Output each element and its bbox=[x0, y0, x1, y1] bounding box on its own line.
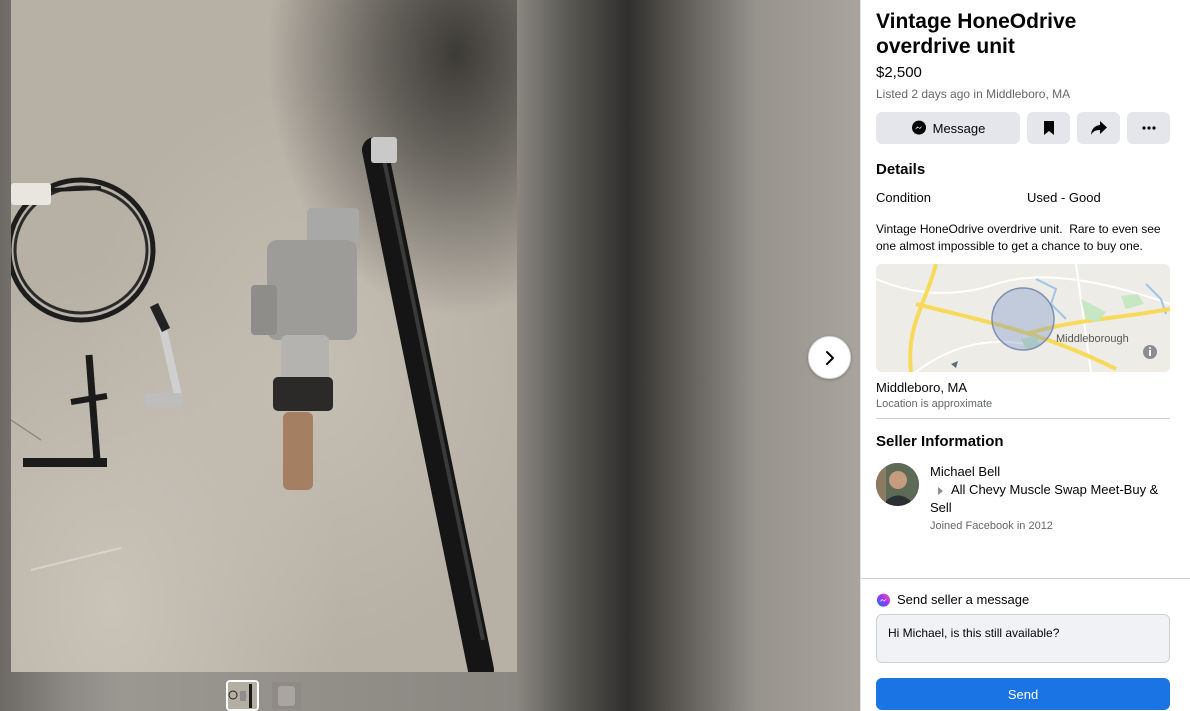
seller-group-label: All Chevy Muscle Swap Meet-Buy & Sell bbox=[930, 482, 1159, 515]
listing-price: $2,500 bbox=[876, 64, 922, 81]
messenger-icon bbox=[876, 593, 891, 607]
send-button-label: Send bbox=[1007, 686, 1039, 702]
message-input[interactable]: Hi Michael, is this still available? bbox=[876, 614, 1170, 663]
action-row: Message bbox=[876, 112, 1177, 144]
composer-heading-row: Send seller a message bbox=[876, 591, 1190, 609]
scrollbar[interactable] bbox=[1176, 0, 1190, 578]
composer-heading: Send seller a message bbox=[897, 592, 1030, 607]
message-button-label: Message bbox=[932, 120, 986, 136]
section-divider bbox=[876, 418, 1170, 419]
thumbnail-1[interactable] bbox=[226, 680, 259, 711]
message-button[interactable]: Message bbox=[876, 112, 1020, 144]
save-button[interactable] bbox=[1027, 112, 1070, 144]
listing-description: Vintage HoneOdrive overdrive unit. Rare … bbox=[876, 222, 1164, 253]
listing-sidebar: Vintage HoneOdrive overdrive unit $2,500… bbox=[860, 0, 1190, 711]
details-heading: Details bbox=[876, 161, 926, 178]
seller-avatar-image bbox=[876, 463, 919, 506]
message-composer: Send seller a message Hi Michael, is thi… bbox=[861, 578, 1190, 711]
more-options-button[interactable] bbox=[1127, 112, 1170, 144]
listing-meta: Listed 2 days ago in Middleboro, MA bbox=[876, 87, 1071, 101]
next-photo-button[interactable] bbox=[808, 336, 851, 379]
photo-contents bbox=[6, 137, 494, 683]
condition-value: Used - Good bbox=[1027, 190, 1101, 205]
chevron-right-icon bbox=[825, 350, 834, 365]
send-button[interactable]: Send bbox=[876, 678, 1170, 710]
listing-title: Vintage HoneOdrive overdrive unit bbox=[876, 10, 1077, 58]
seller-row[interactable]: Michael Bell All Chevy Muscle Swap Meet-… bbox=[876, 463, 1177, 534]
seller-joined: Joined Facebook in 2012 bbox=[930, 520, 1053, 532]
seller-name[interactable]: Michael Bell bbox=[930, 463, 1172, 481]
more-icon bbox=[1141, 126, 1156, 130]
share-icon bbox=[1090, 121, 1107, 135]
caret-right-icon bbox=[938, 486, 943, 495]
condition-row: Condition Used - Good bbox=[876, 189, 1177, 207]
map-graphic: Middleborough bbox=[876, 264, 1170, 372]
photo-thumbnails bbox=[226, 680, 303, 711]
thumbnail-2[interactable] bbox=[270, 680, 303, 711]
bookmark-icon bbox=[1043, 121, 1054, 135]
listing-details-scroll[interactable]: Vintage HoneOdrive overdrive unit $2,500… bbox=[861, 0, 1177, 578]
avatar[interactable] bbox=[876, 463, 919, 506]
location-name: Middleboro, MA bbox=[876, 380, 968, 395]
seller-heading: Seller Information bbox=[876, 433, 1004, 450]
seller-info: Michael Bell All Chevy Muscle Swap Meet-… bbox=[930, 463, 1172, 534]
condition-label: Condition bbox=[876, 190, 931, 205]
location-map[interactable]: Middleborough bbox=[876, 264, 1170, 372]
seller-group[interactable]: All Chevy Muscle Swap Meet-Buy & Sell bbox=[930, 481, 1172, 517]
listing-photo bbox=[6, 0, 517, 683]
messenger-icon bbox=[911, 120, 926, 135]
share-button[interactable] bbox=[1077, 112, 1120, 144]
media-viewer bbox=[0, 0, 860, 711]
map-town-label: Middleborough bbox=[1056, 333, 1129, 345]
location-note: Location is approximate bbox=[876, 398, 993, 410]
